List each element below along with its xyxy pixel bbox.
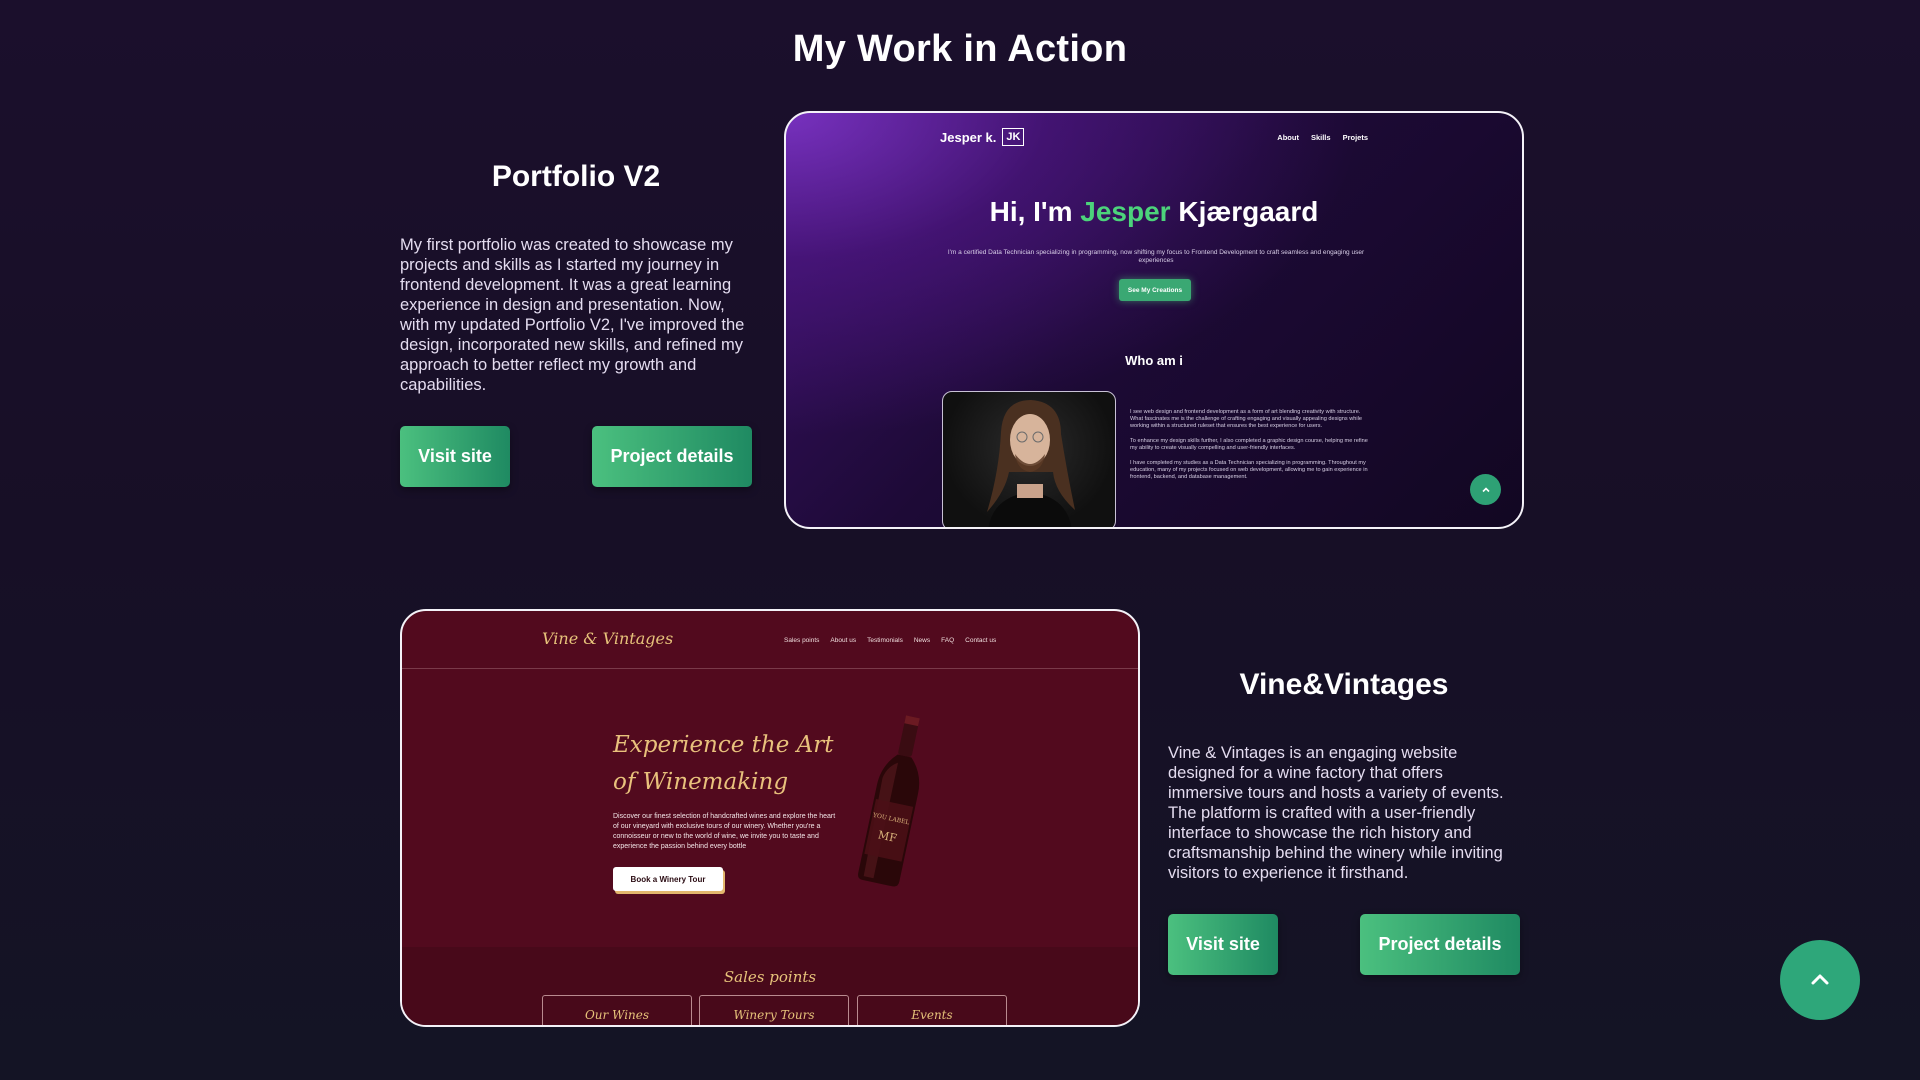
portfolio-preview-image[interactable]: Jesper k. JK About Skills Projets Hi, I'…: [784, 111, 1524, 529]
preview-hero-text: Discover our finest selection of handcra…: [613, 813, 836, 850]
project-description-vine-vintages: Vine & Vintages is an engaging website d…: [1168, 744, 1504, 882]
project-title-portfolio: Portfolio V2: [491, 160, 661, 193]
preview-header: Vine & Vintages Sales points About us Te…: [402, 611, 1138, 669]
project-details-button[interactable]: Project details: [1360, 914, 1520, 975]
preview-logo: Jesper k. JK: [940, 128, 1025, 146]
chevron-up-icon: [1811, 974, 1829, 985]
preview-hero-heading: Experience the Art of Winemaking: [613, 732, 834, 795]
preview-cta: Book a Winery Tour: [613, 867, 723, 891]
preview-about-text: I see web design and frontend developmen…: [1130, 409, 1368, 480]
visit-site-button[interactable]: Visit site: [400, 426, 510, 487]
preview-card-tours: Winery Tours: [699, 995, 849, 1025]
preview-nav-about: About: [1277, 133, 1299, 142]
visit-site-button[interactable]: Visit site: [1168, 914, 1278, 975]
section-title: My Work in Action: [792, 28, 1128, 70]
preview-nav: Sales points About us Testimonials News …: [784, 637, 997, 644]
preview-card-events: Events: [857, 995, 1007, 1025]
preview-scroll-top-icon: [1470, 474, 1501, 505]
preview-logo: Vine & Vintages: [542, 629, 674, 648]
scroll-top-button[interactable]: [1780, 940, 1860, 1020]
project-details-button[interactable]: Project details: [592, 426, 752, 487]
vine-vintages-preview-image[interactable]: Vine & Vintages Sales points About us Te…: [400, 609, 1140, 1027]
preview-card-wines: Our Wines: [542, 995, 692, 1025]
preview-who-heading: Who am i: [1125, 353, 1183, 368]
preview-sales-title: Sales points: [723, 968, 817, 986]
preview-nav: About Skills Projets: [1277, 133, 1368, 142]
preview-subtitle: I'm a certified Data Technician speciali…: [947, 249, 1365, 264]
wine-bottle-image: YOU LABEL MF: [858, 715, 920, 887]
preview-nav-skills: Skills: [1310, 133, 1331, 142]
preview-cta: See My Creations: [1119, 279, 1191, 301]
preview-hero-heading: Hi, I'm Jesper Kjærgaard: [989, 196, 1319, 227]
preview-nav-projects: Projets: [1342, 133, 1368, 142]
project-description-portfolio: My first portfolio was created to showca…: [400, 236, 745, 394]
preview-portrait: [942, 391, 1116, 527]
project-title-vine-vintages: Vine&Vintages: [1239, 668, 1449, 701]
